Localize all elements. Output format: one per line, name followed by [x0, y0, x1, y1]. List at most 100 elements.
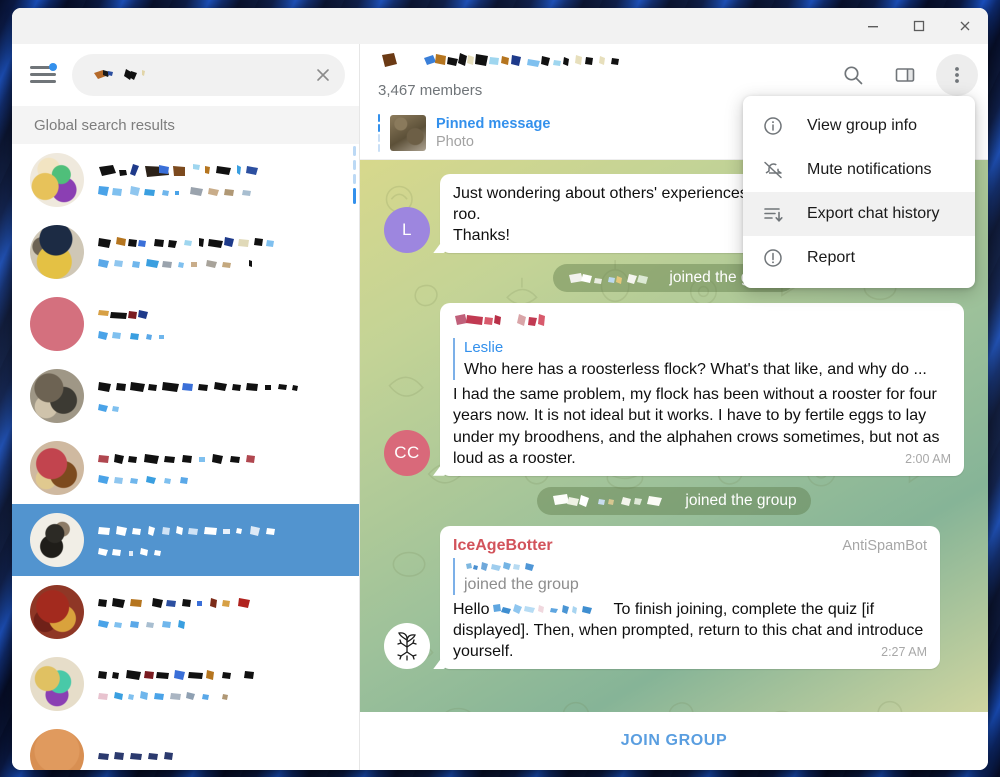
search-input[interactable] [72, 54, 345, 96]
list-item[interactable] [12, 216, 359, 288]
pinned-title: Pinned message [436, 115, 551, 132]
message-timestamp: 2:00 AM [905, 451, 951, 466]
list-item-text [97, 308, 345, 341]
menu-badge-dot [49, 63, 57, 71]
chat-options-menu[interactable]: View group info Mute notifications Expor… [743, 96, 975, 288]
redacted-title [98, 381, 298, 392]
more-vert-icon[interactable] [936, 54, 978, 96]
redacted-title [98, 236, 274, 248]
close-button[interactable] [942, 8, 988, 44]
reply-preview: joined the group [464, 575, 579, 593]
redacted-inline-name [493, 604, 593, 615]
menu-item-view-group-info[interactable]: View group info [743, 104, 975, 148]
list-item[interactable] [12, 648, 359, 720]
avatar[interactable]: CC [384, 429, 430, 476]
list-item[interactable] [12, 288, 359, 360]
sidebar-search-row [12, 44, 359, 106]
reply-author: Leslie [464, 339, 504, 357]
redacted-title [98, 752, 173, 760]
bot-header: IceAgeBotter AntiSpamBot [453, 535, 927, 556]
list-item-text [97, 163, 345, 197]
pinned-indicator [378, 113, 380, 152]
reply-preview: Who here has a roosterless flock? What's… [464, 361, 927, 379]
avatar-initial: CC [394, 442, 420, 462]
redacted-preview [98, 185, 251, 196]
redacted-preview [98, 330, 164, 340]
menu-item-mute-notifications[interactable]: Mute notifications [743, 148, 975, 192]
avatar[interactable]: L [384, 207, 430, 254]
message-bubble[interactable]: IceAgeBotter AntiSpamBot joined the grou… [440, 525, 940, 670]
list-item-text [97, 668, 345, 701]
redacted-preview [98, 403, 119, 412]
list-item[interactable] [12, 576, 359, 648]
report-warning-icon [761, 246, 785, 270]
redacted-username [553, 494, 663, 508]
redacted-preview [98, 690, 228, 700]
avatar[interactable] [384, 623, 430, 670]
menu-item-label: Report [807, 249, 856, 266]
sidebar: Global search results [12, 44, 360, 770]
bot-tag: AntiSpamBot [842, 537, 927, 554]
redacted-title [98, 525, 275, 536]
panel-toggle-icon[interactable] [884, 54, 926, 96]
list-item[interactable] [12, 144, 359, 216]
redacted-preview [98, 619, 185, 629]
message-bubble[interactable]: Just wondering about others' experiences… [440, 174, 761, 254]
redacted-title [98, 309, 148, 319]
search-query-redacted [90, 65, 303, 85]
list-item[interactable] [12, 720, 359, 770]
avatar [30, 153, 84, 207]
results-header-label: Global search results [34, 116, 175, 134]
message-bot[interactable]: IceAgeBotter AntiSpamBot joined the grou… [384, 525, 964, 670]
chat-list[interactable] [12, 144, 359, 770]
join-group-label: JOIN GROUP [620, 732, 728, 749]
list-item[interactable] [12, 432, 359, 504]
reply-quote[interactable]: Leslie Who here has a roosterless flock?… [453, 338, 951, 381]
pinned-thumbnail [390, 114, 426, 151]
list-item-text [97, 749, 345, 763]
avatar [30, 585, 84, 639]
avatar-initial: L [402, 220, 412, 240]
list-item-text [97, 236, 345, 269]
join-group-button[interactable]: JOIN GROUP [360, 712, 988, 770]
message-bubble[interactable]: Leslie Who here has a roosterless flock?… [440, 303, 964, 476]
avatar [30, 513, 84, 567]
search-icon[interactable] [832, 54, 874, 96]
redacted-title [98, 669, 254, 680]
redacted-title [98, 597, 250, 608]
pinned-subtitle: Photo [436, 133, 474, 150]
export-download-icon [761, 202, 785, 226]
telegram-window: Global search results 3,467 members View… [12, 8, 988, 770]
message-body: I had the same problem, my flock has bee… [453, 384, 951, 468]
message-line: Just wondering about others' experiences [453, 185, 748, 202]
info-circle-icon [761, 114, 785, 138]
reply-quote[interactable]: joined the group [453, 557, 927, 596]
minimize-button[interactable] [850, 8, 896, 44]
list-item[interactable] [12, 360, 359, 432]
menu-item-report[interactable]: Report [743, 236, 975, 280]
maximize-button[interactable] [896, 8, 942, 44]
avatar [30, 657, 84, 711]
hamburger-menu-button[interactable] [28, 61, 62, 89]
message-body-text: I had the same problem, my flock has bee… [453, 386, 940, 467]
clear-search-button[interactable] [309, 61, 337, 89]
avatar [30, 441, 84, 495]
message-body: Hello To finish joining, complete the qu… [453, 599, 927, 662]
menu-item-label: View group info [807, 117, 917, 134]
avatar [30, 729, 84, 770]
list-item-text [97, 380, 345, 413]
global-search-results-header: Global search results [12, 106, 359, 144]
bot-name: IceAgeBotter [453, 536, 553, 554]
message-line: Thanks! [453, 227, 510, 245]
menu-item-label: Mute notifications [807, 161, 932, 178]
service-message: joined the group [384, 486, 964, 515]
redacted-preview [98, 547, 161, 556]
service-pill: joined the group [537, 486, 811, 515]
window-titlebar [12, 8, 988, 44]
list-item-selected[interactable] [12, 504, 359, 576]
menu-item-export-chat-history[interactable]: Export chat history [743, 192, 975, 236]
plant-snowflake-icon [397, 632, 417, 661]
message-body-prefix: Hello [453, 601, 490, 619]
chat-title-block: 3,467 members [378, 51, 822, 99]
message-reply[interactable]: CC Leslie Who here has a roosterless flo… [384, 303, 964, 476]
